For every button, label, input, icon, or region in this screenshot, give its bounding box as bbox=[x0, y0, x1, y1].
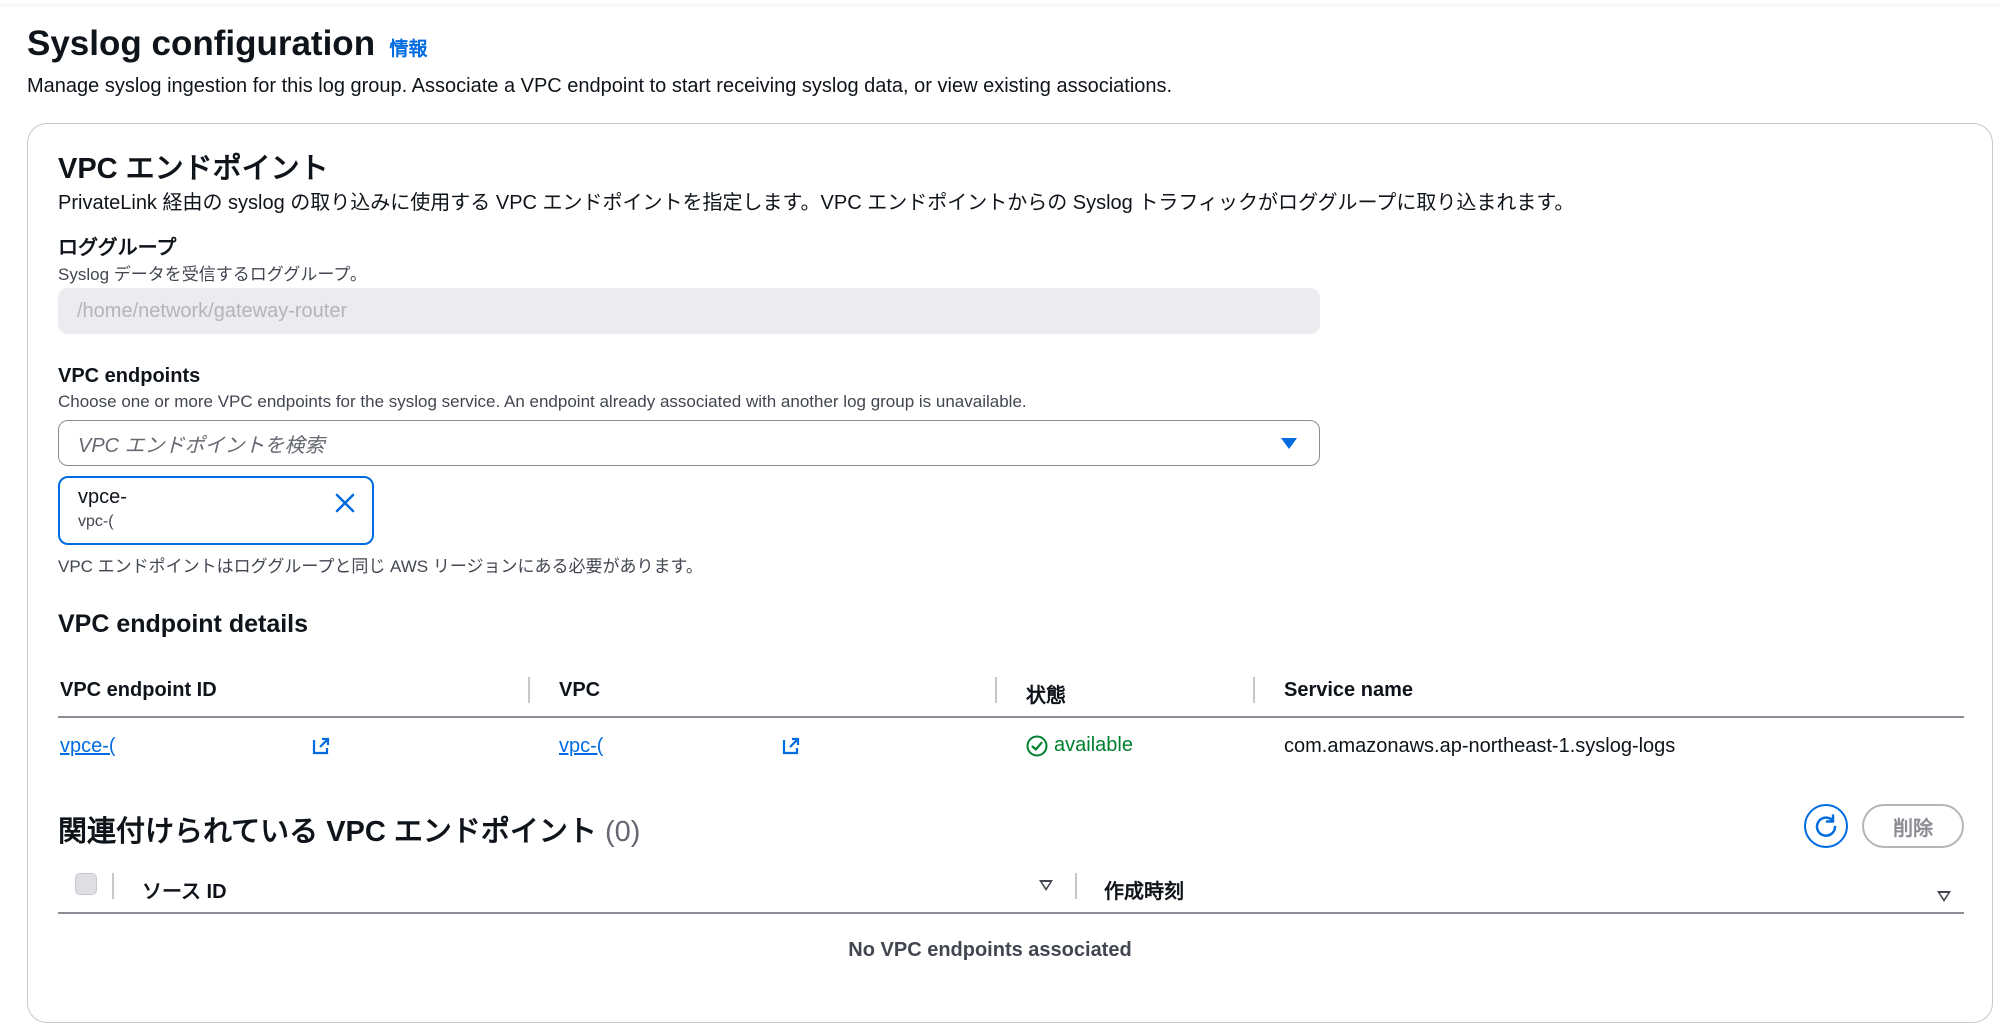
token-subtitle: vpc-( bbox=[78, 513, 114, 530]
token-title: vpce- bbox=[78, 486, 127, 508]
vpc-link[interactable]: vpc-( bbox=[559, 735, 603, 758]
column-separator bbox=[528, 677, 530, 703]
associated-title-text: 関連付けられている VPC エンドポイント bbox=[58, 816, 597, 848]
associated-header-divider bbox=[58, 912, 1964, 914]
vpc-endpoints-hint: VPC エンドポイントはロググループと同じ AWS リージョンにある必要がありま… bbox=[58, 557, 703, 576]
selected-endpoint-token: vpce- vpc-( bbox=[58, 476, 374, 545]
col-vpc-endpoint-id: VPC endpoint ID bbox=[60, 679, 217, 701]
column-separator bbox=[1075, 873, 1077, 899]
vpc-endpoints-label: VPC endpoints bbox=[58, 365, 201, 387]
details-header-divider bbox=[58, 716, 1964, 718]
status-check-icon bbox=[1026, 735, 1048, 756]
associated-count: (0) bbox=[604, 816, 641, 848]
col-source-id[interactable]: ソース ID bbox=[142, 875, 227, 904]
external-link-icon[interactable] bbox=[311, 736, 331, 756]
delete-button[interactable]: 削除 bbox=[1862, 804, 1964, 848]
vpc-endpoint-id-link[interactable]: vpce-( bbox=[60, 735, 116, 758]
column-separator bbox=[112, 873, 114, 899]
column-separator bbox=[1253, 677, 1255, 703]
log-group-label: ロググループ bbox=[58, 237, 177, 259]
log-group-description: Syslog データを受信するロググループ。 bbox=[58, 265, 367, 284]
col-vpc: VPC bbox=[559, 679, 601, 701]
page-title: Syslog configuration bbox=[27, 24, 376, 63]
sort-icon[interactable] bbox=[1937, 891, 1951, 902]
vpc-endpoint-search-placeholder: VPC エンドポイントを検索 bbox=[78, 434, 325, 457]
column-separator bbox=[995, 677, 997, 703]
info-link[interactable]: 情報 bbox=[390, 34, 428, 61]
status-text: available bbox=[1054, 734, 1133, 756]
sort-icon[interactable] bbox=[1039, 880, 1053, 891]
col-created-time[interactable]: 作成時刻 bbox=[1104, 875, 1184, 904]
chevron-down-icon bbox=[1281, 437, 1297, 449]
page-header: Syslog configuration 情報 bbox=[27, 24, 428, 64]
service-name-cell: com.amazonaws.ap-northeast-1.syslog-logs bbox=[1284, 735, 1676, 757]
external-link-icon[interactable] bbox=[781, 736, 801, 756]
vpc-section-title: VPC エンドポイント bbox=[58, 153, 329, 185]
associated-title: 関連付けられている VPC エンドポイント (0) bbox=[58, 808, 640, 850]
log-group-input: /home/network/gateway-router bbox=[58, 288, 1320, 334]
close-icon[interactable] bbox=[332, 490, 358, 516]
syslog-config-container: VPC エンドポイント PrivateLink 経由の syslog の取り込み… bbox=[27, 123, 1993, 1023]
empty-state: No VPC endpoints associated bbox=[848, 939, 1132, 961]
status-badge: available bbox=[1026, 734, 1133, 757]
vpc-endpoint-search-select[interactable]: VPC エンドポイントを検索 bbox=[58, 420, 1320, 466]
col-status: 状態 bbox=[1026, 685, 1066, 707]
refresh-button[interactable] bbox=[1804, 804, 1848, 848]
top-bar bbox=[0, 0, 2000, 4]
details-title: VPC endpoint details bbox=[58, 610, 309, 638]
select-all-checkbox[interactable] bbox=[75, 873, 97, 895]
refresh-icon bbox=[1815, 814, 1837, 837]
vpc-section-description: PrivateLink 経由の syslog の取り込みに使用する VPC エン… bbox=[58, 192, 1575, 214]
col-service-name: Service name bbox=[1284, 679, 1413, 701]
page-description: Manage syslog ingestion for this log gro… bbox=[27, 75, 1173, 97]
vpc-endpoints-description: Choose one or more VPC endpoints for the… bbox=[58, 392, 1027, 411]
